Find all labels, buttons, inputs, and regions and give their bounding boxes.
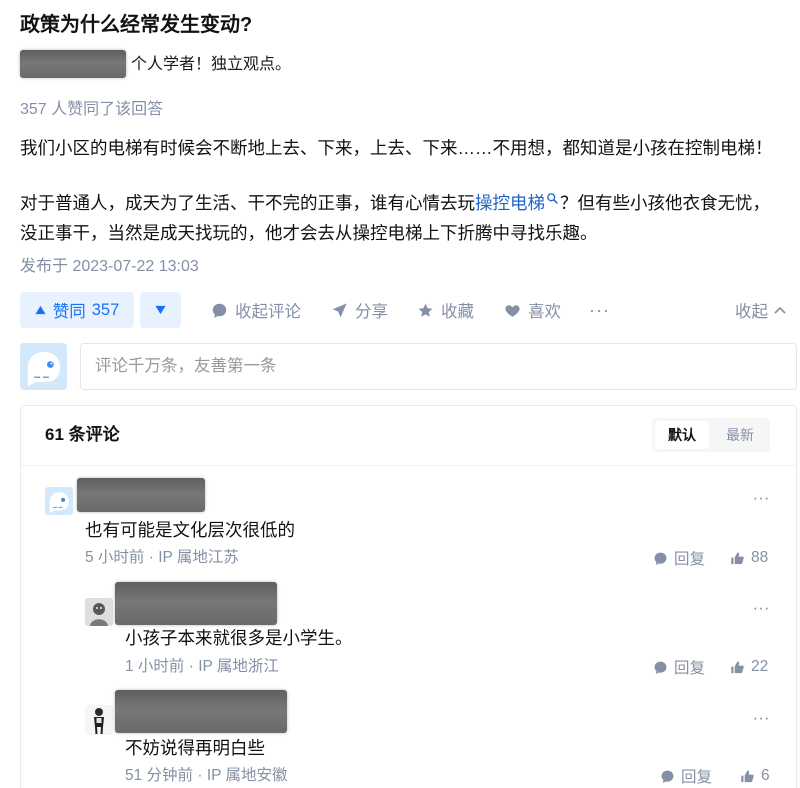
- reply-more-button[interactable]: ···: [747, 597, 775, 619]
- meta-separator: ·: [184, 658, 199, 675]
- share-label: 分享: [355, 303, 388, 321]
- share-icon: [332, 302, 347, 317]
- redacted-commenter-name[interactable]: [77, 478, 205, 512]
- answer-paragraph-1: 我们小区的电梯有时候会不断地上去、下来，上去、下来……不用想，都知道是小孩在控制…: [20, 138, 773, 158]
- comment-more-button[interactable]: ···: [747, 487, 775, 509]
- heart-icon: [505, 304, 520, 317]
- publish-time[interactable]: 发布于 2023-07-22 13:03: [20, 256, 199, 278]
- comment-sort-toggle: 默认 最新: [652, 418, 770, 452]
- reply-label: 回复: [674, 660, 706, 677]
- sort-option-default[interactable]: 默认: [655, 421, 709, 449]
- star-icon: [418, 303, 433, 317]
- collapse-comments-button[interactable]: 收起评论: [211, 292, 301, 328]
- thumb-up-icon: [741, 769, 754, 782]
- reply-meta: 51 分钟前 · IP 属地安徽: [125, 765, 288, 787]
- reply-bubble-icon: [654, 552, 667, 565]
- redacted-replier-name[interactable]: [115, 582, 277, 625]
- share-button[interactable]: 分享: [331, 292, 388, 328]
- reply-like-button[interactable]: 6: [740, 765, 770, 787]
- reply-button[interactable]: 回复: [660, 765, 712, 787]
- author-headline: 个人学者！独立观点。: [131, 56, 292, 73]
- comment-like-button[interactable]: 88: [730, 547, 768, 569]
- reply-meta: 1 小时前 · IP 属地浙江: [125, 656, 279, 678]
- downvote-button[interactable]: [140, 292, 181, 328]
- reply-label: 回复: [681, 769, 713, 786]
- downvote-triangle-icon: [155, 305, 166, 315]
- comment-count: 61 条评论: [45, 425, 120, 444]
- replier-avatar[interactable]: [85, 705, 113, 735]
- like-label: 喜欢: [528, 303, 561, 321]
- comment-ip-location: IP 属地江苏: [158, 549, 239, 566]
- reply-time: 51 分钟前: [125, 767, 194, 784]
- reply-text: 不妨说得再明白些: [125, 738, 265, 758]
- reply-ip-location: IP 属地浙江: [198, 658, 279, 675]
- search-keyword-link[interactable]: 操控电梯: [475, 193, 545, 213]
- meta-separator: ·: [144, 549, 159, 566]
- thumb-up-icon: [731, 660, 744, 673]
- sort-option-latest[interactable]: 最新: [713, 421, 767, 449]
- answer-paragraph-2: 对于普通人，成天为了生活、干不完的正事，谁有心情去玩操控电梯 ？但有些小孩他衣食无…: [20, 188, 780, 248]
- reply-button[interactable]: 回复: [653, 547, 705, 569]
- comments-header-divider: [21, 465, 796, 466]
- comment-icon: [212, 303, 227, 318]
- meta-separator: ·: [193, 767, 207, 784]
- thumb-up-icon: [731, 551, 744, 564]
- current-user-avatar[interactable]: [20, 343, 67, 390]
- comment-time: 5 小时前: [85, 549, 145, 566]
- reply-text: 小孩子本来就很多是小学生。: [125, 628, 353, 648]
- comment-like-count: 88: [751, 549, 769, 566]
- collapse-label: 收起: [735, 303, 768, 321]
- upvote-count: 357: [91, 300, 120, 319]
- upvote-triangle-icon: [35, 305, 46, 315]
- voteup-summary[interactable]: 357 人赞同了该回答: [20, 99, 163, 121]
- question-title[interactable]: 政策为什么经常发生变动?: [20, 11, 252, 39]
- redacted-replier-name[interactable]: [115, 690, 287, 733]
- chevron-up-icon: [774, 306, 786, 314]
- reply-ip-location: IP 属地安徽: [206, 767, 288, 784]
- paragraph-2-text-before: 对于普通人，成天为了生活、干不完的正事，谁有心情去玩: [20, 193, 475, 213]
- favorite-label: 收藏: [441, 303, 474, 321]
- search-icon[interactable]: [546, 192, 559, 205]
- reply-label: 回复: [674, 551, 706, 568]
- reply-like-count: 22: [751, 658, 769, 675]
- redacted-author-name[interactable]: [20, 50, 126, 78]
- comment-input[interactable]: [80, 343, 797, 390]
- collapse-comments-label: 收起评论: [235, 303, 301, 321]
- collapse-answer-button[interactable]: 收起: [735, 292, 786, 328]
- commenter-avatar[interactable]: [45, 487, 73, 515]
- reply-like-count: 6: [761, 767, 770, 784]
- like-button[interactable]: 喜欢: [504, 292, 561, 328]
- reply-more-button[interactable]: ···: [747, 707, 775, 729]
- reply-bubble-icon: [654, 661, 667, 674]
- comment-meta: 5 小时前 · IP 属地江苏: [85, 547, 239, 569]
- reply-button[interactable]: 回复: [653, 656, 705, 678]
- upvote-label: 赞同: [52, 303, 86, 321]
- upvote-button[interactable]: 赞同 357: [20, 292, 134, 328]
- favorite-button[interactable]: 收藏: [417, 292, 474, 328]
- reply-bubble-icon: [661, 770, 674, 783]
- reply-like-button[interactable]: 22: [730, 656, 768, 678]
- more-actions-button[interactable]: ···: [589, 292, 610, 328]
- comment-text: 也有可能是文化层次很低的: [85, 520, 295, 540]
- comments-panel: 61 条评论 默认 最新 ··· 也有可能是文化层次很低的 5 小时前 · IP…: [20, 405, 797, 788]
- replier-avatar[interactable]: [85, 598, 113, 626]
- reply-time: 1 小时前: [125, 658, 185, 675]
